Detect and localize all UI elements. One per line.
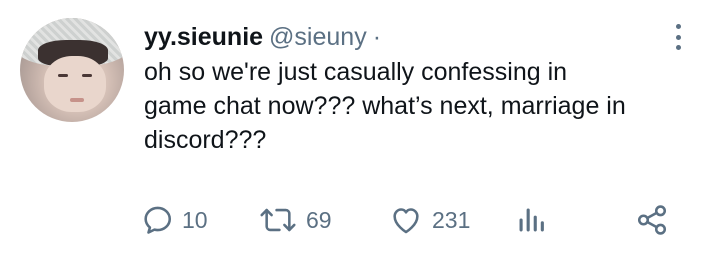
tweet-text: oh so we're just casually confessing in …	[144, 58, 626, 154]
user-handle[interactable]: @sieuny	[269, 22, 367, 52]
tweet-header: yy.sieunie @sieuny ·	[144, 22, 381, 52]
more-dot	[675, 45, 681, 50]
tweet: yy.sieunie @sieuny · oh so we're just ca…	[0, 0, 720, 253]
avatar-face	[44, 56, 106, 112]
analytics-icon	[519, 208, 544, 232]
more-dot	[675, 34, 681, 40]
like-button[interactable]: 231	[388, 200, 470, 240]
header-separator: ·	[372, 23, 382, 51]
heart-icon	[393, 208, 419, 234]
tweet-actions: 10 69 231	[0, 200, 720, 240]
avatar-eye-right	[82, 74, 92, 77]
retweet-button[interactable]: 69	[258, 200, 332, 240]
display-name[interactable]: yy.sieunie	[144, 22, 263, 52]
reply-icon	[144, 206, 172, 234]
like-count: 231	[432, 206, 471, 233]
avatar-eye-left	[58, 74, 68, 77]
share-button[interactable]	[634, 200, 670, 240]
retweet-icon	[260, 208, 296, 232]
retweet-count: 69	[306, 206, 332, 233]
avatar-mouth	[70, 98, 84, 102]
reply-count: 10	[182, 206, 208, 233]
more-dot	[675, 24, 681, 29]
more-options-icon[interactable]	[671, 24, 685, 50]
analytics-button[interactable]	[516, 200, 546, 240]
reply-button[interactable]: 10	[140, 200, 208, 240]
share-icon	[637, 205, 667, 235]
user-avatar[interactable]	[20, 18, 124, 122]
